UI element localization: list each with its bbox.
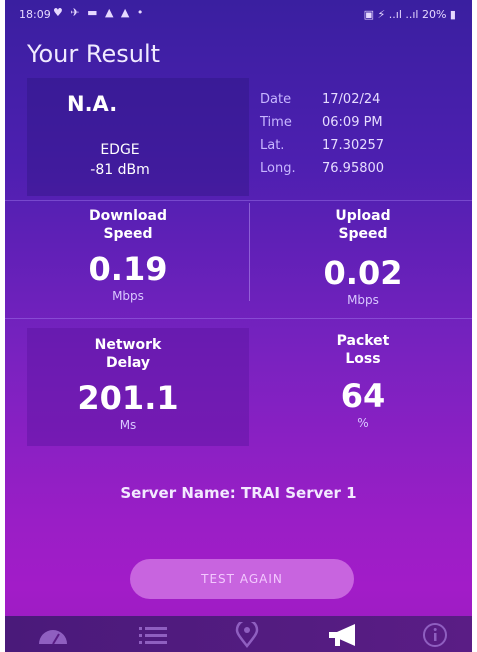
test-again-button[interactable]: TEST AGAIN bbox=[130, 559, 354, 599]
megaphone-icon[interactable] bbox=[323, 622, 363, 648]
speedometer-icon[interactable] bbox=[33, 622, 73, 648]
operator-name: N.A. bbox=[67, 92, 118, 116]
loss-value: 64 bbox=[340, 377, 386, 415]
download-unit: Mbps bbox=[112, 289, 144, 303]
time-value: 06:09 PM bbox=[322, 115, 383, 130]
page-title: Your Result bbox=[27, 40, 161, 68]
long-label: Long. bbox=[260, 161, 296, 176]
divider bbox=[5, 318, 472, 319]
upload-unit: Mbps bbox=[347, 293, 379, 307]
notification-icons: ♥ ✈ ▬ ▲ ▲ • bbox=[53, 6, 146, 19]
upload-metric: Upload Speed 0.02 Mbps bbox=[283, 207, 443, 307]
divider bbox=[5, 200, 472, 201]
delay-value: 201.1 bbox=[77, 379, 179, 417]
divider bbox=[249, 203, 250, 301]
network-type: EDGE bbox=[100, 142, 140, 158]
location-icon[interactable] bbox=[227, 618, 267, 649]
upload-label: Upload Speed bbox=[335, 208, 391, 242]
bottom-nav bbox=[5, 616, 472, 652]
date-label: Date bbox=[260, 92, 292, 107]
status-bar: 18:09 ♥ ✈ ▬ ▲ ▲ • ▣ ⚡ ..ıl ..ıl 20% ▮ bbox=[5, 0, 472, 30]
delay-unit: Ms bbox=[119, 418, 137, 432]
date-value: 17/02/24 bbox=[322, 92, 381, 107]
loss-metric: Packet Loss 64 % bbox=[283, 332, 443, 430]
time-label: Time bbox=[260, 115, 292, 130]
app-screen: 18:09 ♥ ✈ ▬ ▲ ▲ • ▣ ⚡ ..ıl ..ıl 20% ▮ Yo… bbox=[5, 0, 472, 652]
network-type-block: EDGE -81 dBm bbox=[65, 140, 175, 180]
long-value: 76.95800 bbox=[322, 161, 385, 176]
download-label: Download Speed bbox=[88, 208, 168, 242]
signal-strength: -81 dBm bbox=[90, 162, 150, 178]
loss-label: Packet Loss bbox=[336, 333, 390, 367]
delay-metric: Network Delay 201.1 Ms bbox=[43, 336, 213, 432]
status-time: 18:09 bbox=[19, 8, 51, 21]
server-name: Server Name: TRAI Server 1 bbox=[120, 484, 357, 502]
test-info: Date 17/02/24 Time 06:09 PM Lat. 17.30257 L… bbox=[260, 88, 384, 180]
info-icon[interactable] bbox=[415, 622, 455, 648]
lat-label: Lat. bbox=[260, 138, 285, 153]
lat-value: 17.30257 bbox=[322, 138, 385, 153]
list-icon[interactable] bbox=[133, 622, 173, 648]
system-indicators: ▣ ⚡ ..ıl ..ıl 20% ▮ bbox=[363, 8, 456, 21]
download-value: 0.19 bbox=[88, 250, 168, 288]
upload-value: 0.02 bbox=[323, 254, 403, 292]
download-metric: Download Speed 0.19 Mbps bbox=[43, 207, 213, 303]
loss-unit: % bbox=[357, 416, 369, 430]
delay-label: Network Delay bbox=[94, 337, 162, 371]
